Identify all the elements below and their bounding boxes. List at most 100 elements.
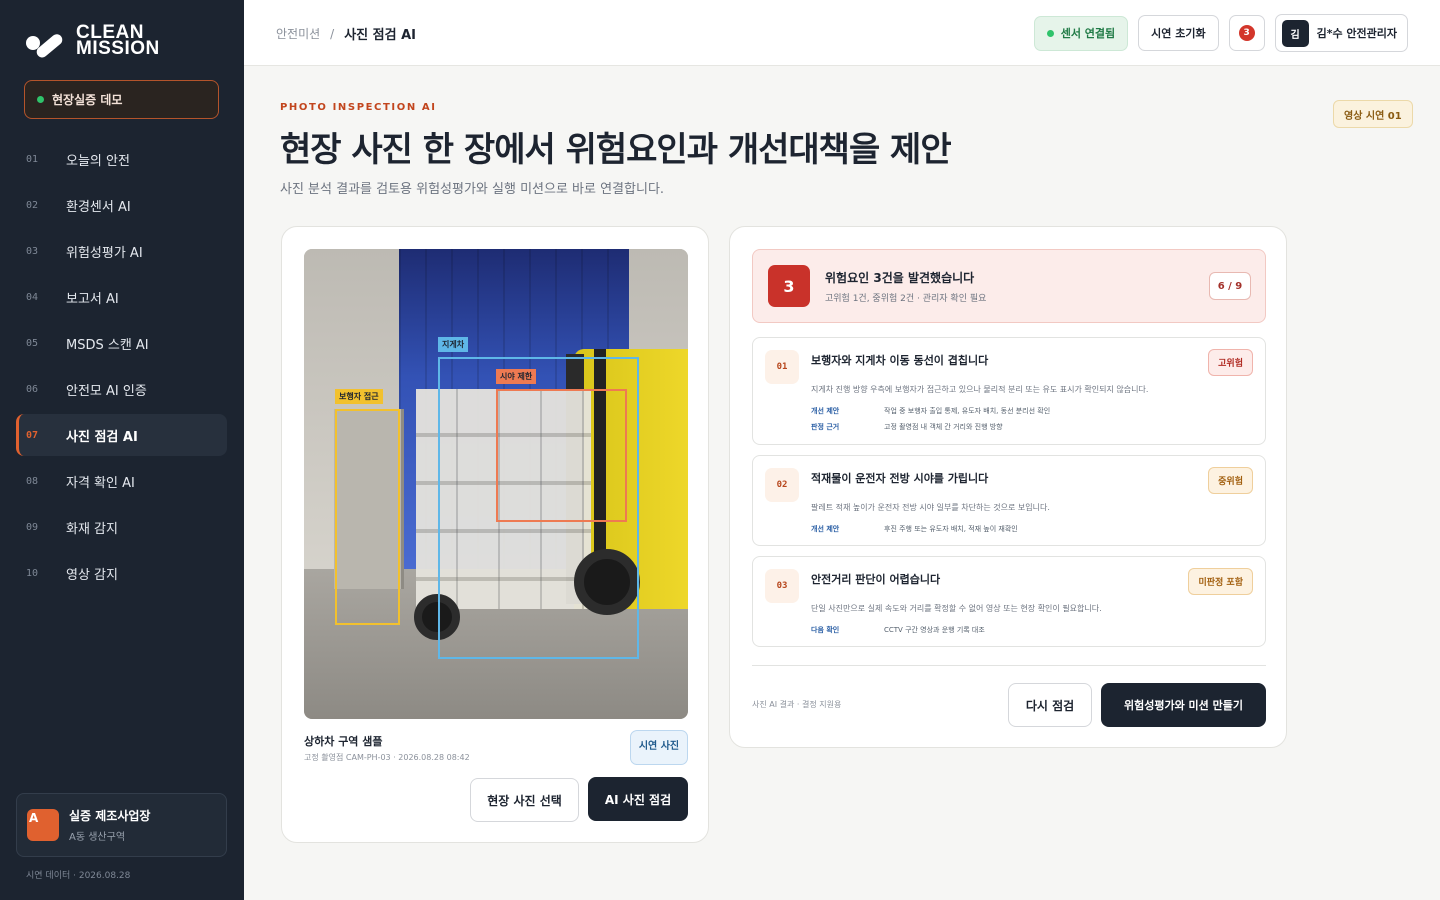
breadcrumb: 안전미션 / 사진 점검 AI xyxy=(276,24,417,44)
ai-inspect-button[interactable]: AI 사진 점검 xyxy=(588,777,688,821)
risk-detail-key: 개선 제안 xyxy=(811,525,840,533)
sensor-status-button[interactable]: 센서 연결됨 xyxy=(1033,15,1129,51)
nav-label: 화재 감지 xyxy=(66,521,118,537)
risk-item-01[interactable]: 01 보행자와 지게차 이동 동선이 겹칩니다 고위험 지게차 진행 방향 우측… xyxy=(752,337,1266,445)
user-name: 김*수 안전관리자 xyxy=(1316,27,1397,40)
nav-label: 자격 확인 AI xyxy=(66,475,135,491)
risk-number: 03 xyxy=(765,569,799,603)
risk-detail-value: CCTV 구간 영상과 운행 기록 대조 xyxy=(884,626,985,634)
sidebar-item-qualification[interactable]: 08 자격 확인 AI xyxy=(16,460,227,502)
nav-label: 보고서 AI xyxy=(66,291,119,307)
breadcrumb-parent[interactable]: 안전미션 xyxy=(276,25,320,42)
user-menu[interactable]: 김 김*수 안전관리자 xyxy=(1274,14,1408,52)
demo-mode-label: 현장실증 데모 xyxy=(52,93,123,107)
risk-level-badge: 미판정 포함 xyxy=(1188,568,1253,595)
notification-count-badge: 3 xyxy=(1238,25,1255,41)
photo-meta: 고정 촬영점 CAM-PH-03 · 2026.08.28 08:42 xyxy=(304,753,470,762)
nav-number: 10 xyxy=(26,567,39,579)
nav-label: 안전모 AI 인증 xyxy=(66,383,147,399)
notification-button[interactable]: 3 xyxy=(1228,15,1265,51)
demo-mode-chip[interactable]: 현장실증 데모 xyxy=(24,80,219,119)
result-footnote: 사진 AI 결과 · 결정 지원용 xyxy=(752,700,842,709)
site-avatar: A xyxy=(27,809,59,841)
risk-level-badge: 중위험 xyxy=(1208,467,1253,494)
top-actions: 센서 연결됨 시연 초기화 3 김 김*수 안전관리자 xyxy=(1033,14,1408,52)
nav-number: 01 xyxy=(26,153,39,165)
risk-detail-row: 판정 근거 고정 촬영점 내 객체 간 거리와 진행 방향 xyxy=(811,422,1003,432)
reinspect-button[interactable]: 다시 점검 xyxy=(1008,683,1092,727)
sidebar-item-video-detection[interactable]: 10 영상 감지 xyxy=(16,552,227,594)
risk-detail-value: 작업 중 보행자 출입 통제, 유도자 배치, 동선 분리선 확인 xyxy=(884,407,1051,415)
detection-box-sight[interactable] xyxy=(496,389,627,522)
nav-number: 04 xyxy=(26,291,39,303)
sidebar-item-report[interactable]: 04 보고서 AI xyxy=(16,276,227,318)
divider xyxy=(752,665,1266,666)
sidebar-item-today-safety[interactable]: 01 오늘의 안전 xyxy=(16,138,227,180)
risk-number: 01 xyxy=(765,350,799,384)
risk-number: 02 xyxy=(765,468,799,502)
avatar: 김 xyxy=(1281,19,1309,47)
risk-description: 단일 사진만으로 실제 속도와 거리를 확정할 수 없어 영상 또는 현장 확인… xyxy=(811,604,1102,613)
brand-logo[interactable]: CLEAN MISSION xyxy=(24,22,160,60)
select-photo-button[interactable]: 현장 사진 선택 xyxy=(470,778,579,822)
demo-reset-button[interactable]: 시연 초기화 xyxy=(1138,15,1219,51)
sidebar-item-risk-assessment[interactable]: 03 위험성평가 AI xyxy=(16,230,227,272)
page-subtitle: 사진 분석 결과를 검토용 위험성평가와 실행 미션으로 바로 연결합니다. xyxy=(280,182,665,197)
nav-label: 사진 점검 AI xyxy=(66,429,138,445)
sidebar: CLEAN MISSION 현장실증 데모 01 오늘의 안전 02 환경센서 AI… xyxy=(0,0,244,900)
risk-count-badge: 3 xyxy=(768,265,810,307)
page-title: 현장 사진 한 장에서 위험요인과 개선대책을 제안 xyxy=(280,130,952,170)
status-dot-icon xyxy=(1046,29,1054,37)
risk-detail-row: 개선 제안 후진 주행 또는 유도자 배치, 적재 높이 재확인 xyxy=(811,524,1018,534)
risk-detail-key: 개선 제안 xyxy=(811,407,840,415)
result-card: 3 위험요인 3건을 발견했습니다 고위험 1건, 중위험 2건 · 관리자 확… xyxy=(729,226,1287,748)
risk-item-03[interactable]: 03 안전거리 판단이 어렵습니다 미판정 포함 단일 사진만으로 실제 속도와… xyxy=(752,556,1266,647)
topbar: 안전미션 / 사진 점검 AI 센서 연결됨 시연 초기화 3 김 김*수 안전… xyxy=(244,0,1440,66)
nav-number: 08 xyxy=(26,475,39,487)
nav-label: 오늘의 안전 xyxy=(66,153,130,169)
nav-number: 02 xyxy=(26,199,39,211)
page-eyebrow: PHOTO INSPECTION AI xyxy=(280,102,437,113)
demo-photo-badge: 시연 사진 xyxy=(630,730,688,765)
inspection-photo[interactable]: 보행자 접근 지게차 시야 제한 xyxy=(304,249,688,719)
breadcrumb-current: 사진 점검 AI xyxy=(344,28,417,43)
sidebar-item-photo-inspection[interactable]: 07 사진 점검 AI xyxy=(16,414,227,456)
nav-number: 03 xyxy=(26,245,39,257)
sidebar-item-fire-detection[interactable]: 09 화재 감지 xyxy=(16,506,227,548)
site-selector[interactable]: A 실증 제조사업장 A동 생산구역 xyxy=(16,793,227,857)
detection-label-pedestrian: 보행자 접근 xyxy=(335,389,383,404)
nav-number: 06 xyxy=(26,383,39,395)
status-dot-icon xyxy=(37,96,44,103)
risk-title: 적재물이 운전자 전방 시야를 가립니다 xyxy=(811,472,989,485)
risk-detail-row: 다음 확인 CCTV 구간 영상과 운행 기록 대조 xyxy=(811,625,985,635)
demo-video-badge: 영상 시연 01 xyxy=(1333,100,1413,128)
detection-label-forklift: 지게차 xyxy=(438,337,469,352)
risk-title: 보행자와 지게차 이동 동선이 겹칩니다 xyxy=(811,354,989,367)
risk-item-02[interactable]: 02 적재물이 운전자 전방 시야를 가립니다 중위험 팔레트 적재 높이가 운… xyxy=(752,455,1266,546)
nav-number: 09 xyxy=(26,521,39,533)
photo-caption: 상하차 구역 샘플 xyxy=(304,735,383,748)
risk-title: 안전거리 판단이 어렵습니다 xyxy=(811,573,941,586)
sensor-status-label: 센서 연결됨 xyxy=(1060,27,1116,40)
risk-detail-key: 다음 확인 xyxy=(811,626,840,634)
risk-detail-row: 개선 제안 작업 중 보행자 출입 통제, 유도자 배치, 동선 분리선 확인 xyxy=(811,406,1050,416)
summary-title: 위험요인 3건을 발견했습니다 xyxy=(825,271,975,285)
create-assessment-mission-button[interactable]: 위험성평가와 미션 만들기 xyxy=(1101,683,1266,727)
nav-label: MSDS 스캔 AI xyxy=(66,337,149,353)
brand-name: CLEAN MISSION xyxy=(76,22,160,59)
review-progress-badge: 6 / 9 xyxy=(1209,272,1251,300)
risk-level-badge: 고위험 xyxy=(1208,349,1253,376)
photo-card: 보행자 접근 지게차 시야 제한 상하차 구역 샘플 고정 촬영점 CAM-PH… xyxy=(281,226,709,843)
risk-detail-value: 고정 촬영점 내 객체 간 거리와 진행 방향 xyxy=(884,423,1003,431)
risk-detail-value: 후진 주행 또는 유도자 배치, 적재 높이 재확인 xyxy=(884,525,1018,533)
site-name: 실증 제조사업장 xyxy=(69,809,151,823)
sidebar-item-msds-scan[interactable]: 05 MSDS 스캔 AI xyxy=(16,322,227,364)
detection-box-pedestrian[interactable] xyxy=(335,409,400,625)
risk-detail-key: 판정 근거 xyxy=(811,423,840,431)
sidebar-item-helmet-cert[interactable]: 06 안전모 AI 인증 xyxy=(16,368,227,410)
sidebar-item-env-sensor[interactable]: 02 환경센서 AI xyxy=(16,184,227,226)
detection-label-sight: 시야 제한 xyxy=(496,369,537,384)
nav-number: 07 xyxy=(26,429,39,441)
site-area: A동 생산구역 xyxy=(69,832,126,843)
risk-description: 지게차 진행 방향 우측에 보행자가 접근하고 있으나 물리적 분리 또는 유도… xyxy=(811,385,1149,394)
